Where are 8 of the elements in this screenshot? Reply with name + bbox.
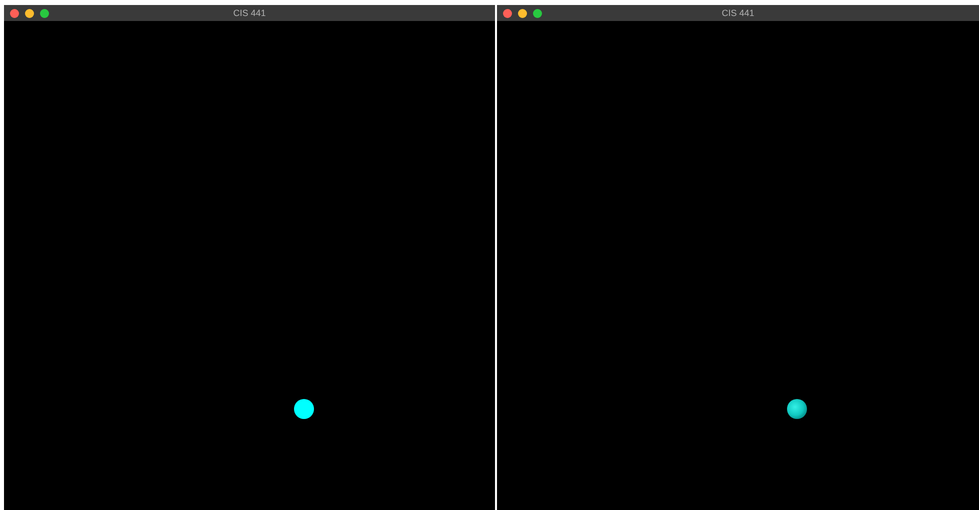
zoom-button[interactable] bbox=[533, 8, 542, 18]
minimize-button[interactable] bbox=[25, 8, 34, 18]
close-button[interactable] bbox=[10, 8, 19, 18]
window-title: CIS 441 bbox=[722, 8, 754, 18]
minimize-button[interactable] bbox=[518, 8, 527, 18]
zoom-button[interactable] bbox=[40, 8, 49, 18]
window-title: CIS 441 bbox=[233, 8, 266, 18]
close-button[interactable] bbox=[503, 8, 512, 18]
